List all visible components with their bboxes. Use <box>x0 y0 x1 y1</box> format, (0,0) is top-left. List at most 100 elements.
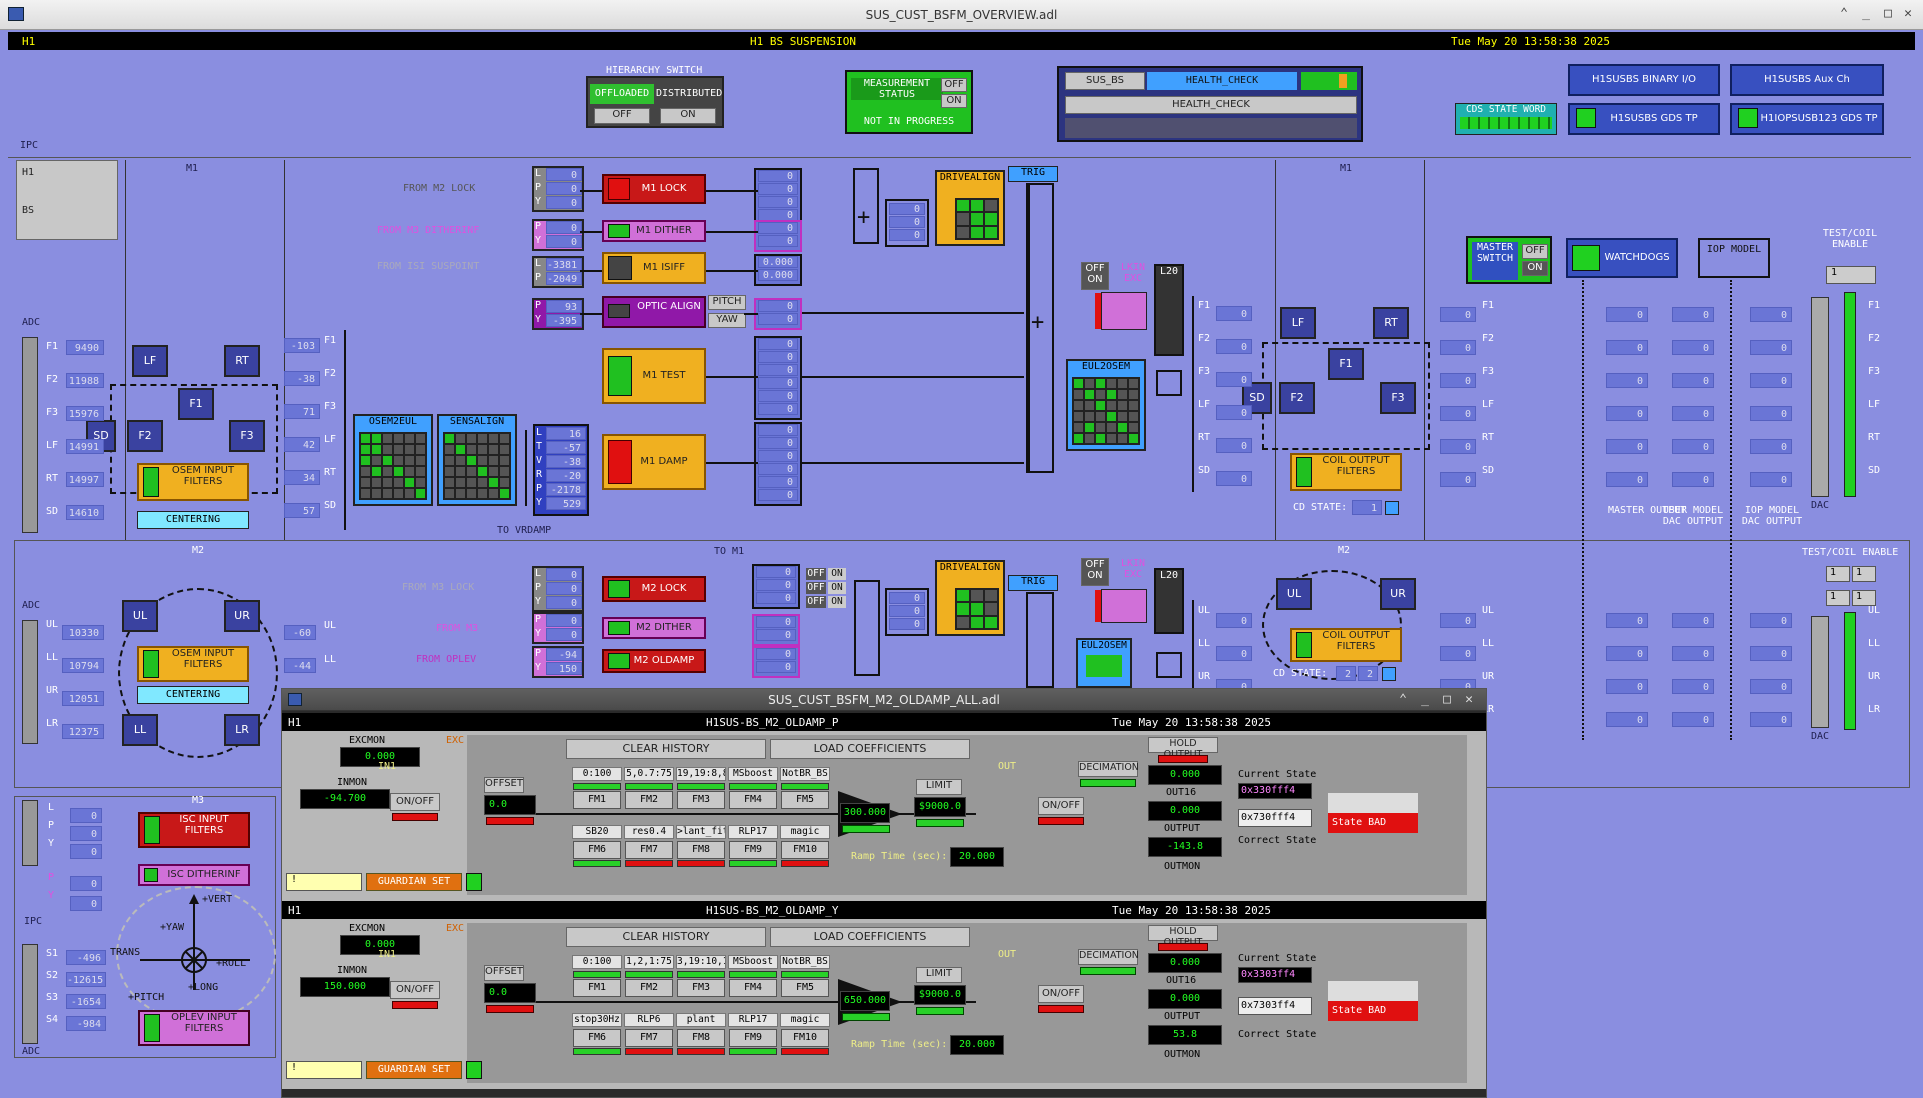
m1-centering-button[interactable]: CENTERING <box>137 511 249 529</box>
yaw-button[interactable]: YAW <box>708 313 746 328</box>
fm-button[interactable]: FM10 <box>781 841 829 859</box>
close-icon[interactable]: ✕ <box>1901 7 1915 21</box>
m2-dac-block[interactable] <box>1811 616 1829 728</box>
fm-button[interactable]: FM5 <box>781 979 829 997</box>
minimize-icon[interactable]: _ <box>1859 7 1873 21</box>
fm-button[interactable]: FM1 <box>573 791 621 809</box>
fm-button[interactable]: FM3 <box>677 791 725 809</box>
load-coefficients-button[interactable]: LOAD COEFFICIENTS <box>770 927 970 947</box>
m1-dac-block[interactable] <box>1811 297 1829 497</box>
m2-test-coil-input[interactable]: 1 <box>1826 566 1850 582</box>
fm-button[interactable]: FM9 <box>729 1029 777 1047</box>
help-icon[interactable]: ⌃ <box>1837 7 1851 21</box>
limit-button[interactable]: LIMIT <box>916 779 962 795</box>
matrix-cell <box>416 434 425 443</box>
ramp-value[interactable]: 20.000 <box>950 1035 1004 1055</box>
guardian-set-button[interactable]: GUARDIAN SET <box>366 873 462 891</box>
guardian-node-button[interactable]: SUS_BS <box>1065 72 1145 90</box>
hold-output-button[interactable]: HOLD OUTPUT <box>1148 925 1218 948</box>
m1-stage-output: 0 <box>758 222 798 234</box>
m2-l20[interactable]: L20 <box>1154 568 1184 634</box>
fm-button[interactable]: FM7 <box>625 1029 673 1047</box>
fm-button[interactable]: FM2 <box>625 791 673 809</box>
m2-off-button[interactable]: OFF <box>806 568 826 580</box>
m3-adc-block[interactable] <box>22 944 38 1044</box>
matrix-cell <box>1096 390 1105 399</box>
measurement-on-button[interactable]: ON <box>941 94 967 108</box>
m2-trig-button[interactable]: TRIG <box>1008 575 1058 591</box>
fm-button[interactable]: FM9 <box>729 841 777 859</box>
fm-button[interactable]: FM8 <box>677 841 725 859</box>
binary-io-button[interactable]: H1SUSBS BINARY I/O <box>1568 64 1720 96</box>
offset-value[interactable]: 0.0 <box>484 983 536 1003</box>
limit-value[interactable]: $9000.0 <box>914 985 966 1005</box>
limit-value[interactable]: $9000.0 <box>914 797 966 817</box>
hold-output-button[interactable]: HOLD OUTPUT <box>1148 737 1218 760</box>
m2-test-coil-input[interactable]: 1 <box>1852 590 1876 606</box>
m2-test-coil-input[interactable]: 1 <box>1852 566 1876 582</box>
gain-value[interactable]: 650.000 <box>840 991 890 1011</box>
input-onoff-button[interactable]: ON/OFF <box>390 793 440 811</box>
m2-on-button[interactable]: ON <box>828 582 846 594</box>
guardian-set-button[interactable]: GUARDIAN SET <box>366 1061 462 1079</box>
load-coefficients-button[interactable]: LOAD COEFFICIENTS <box>770 739 970 759</box>
master-off-button[interactable]: OFF <box>1522 244 1548 259</box>
master-on-button[interactable]: ON <box>1522 261 1548 276</box>
ramp-value[interactable]: 20.000 <box>950 847 1004 867</box>
output-onoff-button[interactable]: ON/OFF <box>1038 797 1084 815</box>
hierarchy-on-button[interactable]: ON <box>660 108 716 124</box>
m1-l20[interactable]: L20 <box>1154 264 1184 356</box>
m2-on-button[interactable]: ON <box>828 596 846 608</box>
m2-centering-button[interactable]: CENTERING <box>137 686 249 704</box>
oldamp-close-icon[interactable]: ✕ <box>1462 693 1476 707</box>
m2-off-button[interactable]: OFF <box>806 596 826 608</box>
m1-lkin-offon[interactable]: OFF ON <box>1081 262 1109 290</box>
pitch-button[interactable]: PITCH <box>708 295 746 310</box>
m1-test-coil-input[interactable]: 1 <box>1826 266 1876 284</box>
fm-button[interactable]: FM8 <box>677 1029 725 1047</box>
decimation-button[interactable]: DECIMATION <box>1078 761 1139 777</box>
m2-on-button[interactable]: ON <box>828 568 846 580</box>
fm-name: 19,19:8,8 <box>676 767 726 781</box>
hierarchy-off-button[interactable]: OFF <box>594 108 650 124</box>
oldamp-maximize-icon[interactable]: □ <box>1440 693 1454 707</box>
oldamp-titlebar[interactable]: SUS_CUST_BSFM_M2_OLDAMP_ALL.adl ⌃ _ □ ✕ <box>282 689 1486 711</box>
limit-button[interactable]: LIMIT <box>916 967 962 983</box>
offset-button[interactable]: OFFSET <box>484 965 524 981</box>
measurement-off-button[interactable]: OFF <box>941 78 967 92</box>
m1-adc-block[interactable] <box>22 337 38 533</box>
clear-history-button[interactable]: CLEAR HISTORY <box>566 739 766 759</box>
fm-button[interactable]: FM3 <box>677 979 725 997</box>
offset-value[interactable]: 0.0 <box>484 795 536 815</box>
m2-eul2osem[interactable]: EUL2OSEM <box>1076 638 1132 688</box>
m1-dither-value: 0 <box>546 235 582 248</box>
fm-button[interactable]: FM6 <box>573 841 621 859</box>
aux-ch-button[interactable]: H1SUSBS Aux Ch <box>1730 64 1884 96</box>
fm-button[interactable]: FM5 <box>781 791 829 809</box>
fm-button[interactable]: FM4 <box>729 791 777 809</box>
fm-button[interactable]: FM4 <box>729 979 777 997</box>
offset-button[interactable]: OFFSET <box>484 777 524 793</box>
guardian-request-dropdown[interactable]: HEALTH_CHECK <box>1065 96 1357 114</box>
m2-test-coil-input[interactable]: 1 <box>1826 590 1850 606</box>
decimation-button[interactable]: DECIMATION <box>1078 949 1139 965</box>
maximize-icon[interactable]: □ <box>1881 7 1895 21</box>
m2-off-button[interactable]: OFF <box>806 582 826 594</box>
m3-ipc-block[interactable] <box>22 800 38 866</box>
oldamp-minimize-icon[interactable]: _ <box>1418 693 1432 707</box>
fm-button[interactable]: FM1 <box>573 979 621 997</box>
oldamp-shade-icon[interactable]: ⌃ <box>1396 693 1410 707</box>
ipc-box: H1 BS <box>16 160 118 240</box>
m2-lkin-offon[interactable]: OFF ON <box>1081 558 1109 586</box>
m2-adc-block[interactable] <box>22 620 38 744</box>
clear-history-button[interactable]: CLEAR HISTORY <box>566 927 766 947</box>
window-titlebar[interactable]: SUS_CUST_BSFM_OVERVIEW.adl ⌃ _ □ ✕ <box>0 0 1923 30</box>
gain-value[interactable]: 300.000 <box>840 803 890 823</box>
m1-trig-button[interactable]: TRIG <box>1008 166 1058 182</box>
fm-button[interactable]: FM2 <box>625 979 673 997</box>
input-onoff-button[interactable]: ON/OFF <box>390 981 440 999</box>
output-onoff-button[interactable]: ON/OFF <box>1038 985 1084 1003</box>
fm-button[interactable]: FM6 <box>573 1029 621 1047</box>
fm-button[interactable]: FM7 <box>625 841 673 859</box>
fm-button[interactable]: FM10 <box>781 1029 829 1047</box>
